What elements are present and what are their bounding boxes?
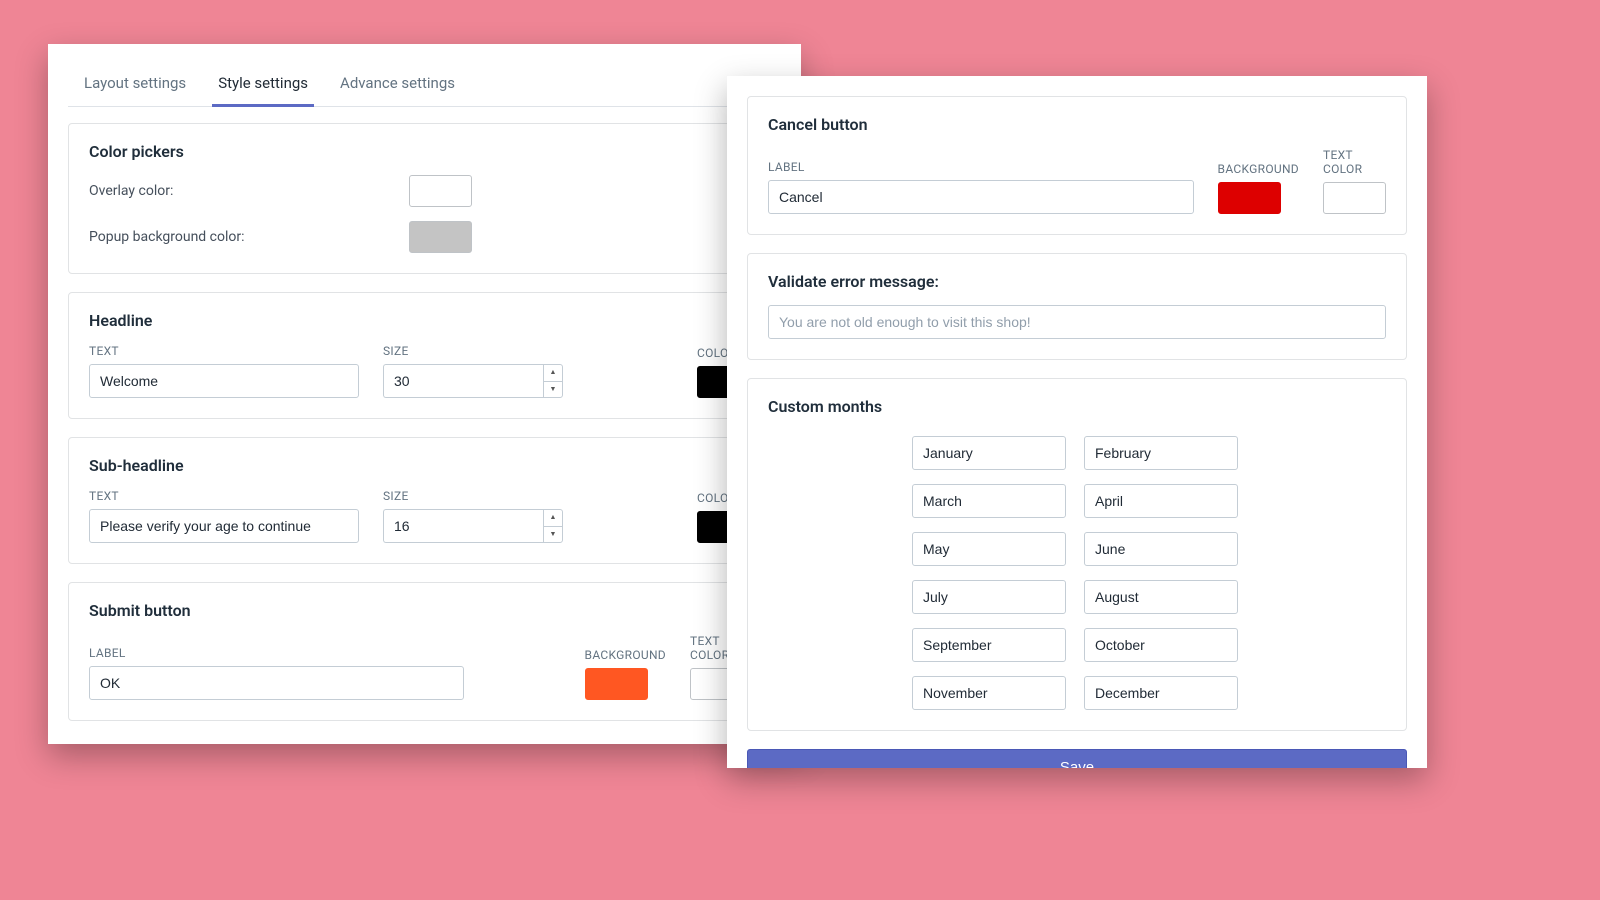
overlay-color-swatch[interactable] bbox=[409, 175, 472, 207]
month-input-may[interactable] bbox=[912, 532, 1066, 566]
month-input-march[interactable] bbox=[912, 484, 1066, 518]
subheadline-size-up[interactable]: ▲ bbox=[544, 510, 562, 527]
tab-layout-settings[interactable]: Layout settings bbox=[68, 64, 202, 106]
tab-style-settings[interactable]: Style settings bbox=[202, 64, 324, 106]
tab-advance-settings[interactable]: Advance settings bbox=[324, 64, 471, 106]
subheadline-size-label: SIZE bbox=[383, 489, 563, 503]
submit-bg-swatch[interactable] bbox=[585, 668, 648, 700]
headline-text-input[interactable] bbox=[89, 364, 359, 398]
headline-size-down[interactable]: ▼ bbox=[544, 382, 562, 398]
cancel-bg-label: BACKGROUND bbox=[1218, 162, 1299, 176]
month-input-november[interactable] bbox=[912, 676, 1066, 710]
month-input-september[interactable] bbox=[912, 628, 1066, 662]
submit-label-input[interactable] bbox=[89, 666, 464, 700]
headline-card: Headline TEXT SIZE ▲ ▼ COLOR bbox=[68, 292, 781, 419]
cancel-label-label: LABEL bbox=[768, 160, 1194, 174]
validate-error-title: Validate error message: bbox=[768, 272, 1386, 291]
month-input-july[interactable] bbox=[912, 580, 1066, 614]
cancel-textcolor-swatch[interactable] bbox=[1323, 182, 1386, 214]
cancel-title: Cancel button bbox=[768, 115, 1386, 134]
cancel-bg-swatch[interactable] bbox=[1218, 182, 1281, 214]
subheadline-size-down[interactable]: ▼ bbox=[544, 527, 562, 543]
month-input-june[interactable] bbox=[1084, 532, 1238, 566]
validate-error-input[interactable] bbox=[768, 305, 1386, 339]
save-button[interactable]: Save bbox=[747, 749, 1407, 768]
month-input-february[interactable] bbox=[1084, 436, 1238, 470]
custom-months-title: Custom months bbox=[768, 397, 1386, 416]
month-input-december[interactable] bbox=[1084, 676, 1238, 710]
right-panel: Cancel button LABEL BACKGROUND TEXT COLO… bbox=[727, 76, 1427, 768]
custom-months-card: Custom months bbox=[747, 378, 1407, 731]
month-input-october[interactable] bbox=[1084, 628, 1238, 662]
month-input-april[interactable] bbox=[1084, 484, 1238, 518]
cancel-textcolor-label: TEXT COLOR bbox=[1323, 148, 1386, 176]
subheadline-title: Sub-headline bbox=[89, 456, 760, 475]
popup-bg-label: Popup background color: bbox=[89, 229, 389, 245]
headline-title: Headline bbox=[89, 311, 760, 330]
settings-tabs: Layout settings Style settings Advance s… bbox=[68, 64, 781, 107]
subheadline-text-input[interactable] bbox=[89, 509, 359, 543]
submit-title: Submit button bbox=[89, 601, 760, 620]
subheadline-card: Sub-headline TEXT SIZE ▲ ▼ COLOR bbox=[68, 437, 781, 564]
cancel-button-card: Cancel button LABEL BACKGROUND TEXT COLO… bbox=[747, 96, 1407, 235]
headline-size-label: SIZE bbox=[383, 344, 563, 358]
validate-error-card: Validate error message: bbox=[747, 253, 1407, 360]
left-panel: Layout settings Style settings Advance s… bbox=[48, 44, 801, 744]
headline-size-input[interactable] bbox=[383, 364, 543, 398]
color-pickers-card: Color pickers Overlay color: Popup backg… bbox=[68, 123, 781, 274]
subheadline-text-label: TEXT bbox=[89, 489, 359, 503]
headline-text-label: TEXT bbox=[89, 344, 359, 358]
headline-size-up[interactable]: ▲ bbox=[544, 365, 562, 382]
color-pickers-title: Color pickers bbox=[89, 142, 760, 161]
submit-label-label: LABEL bbox=[89, 646, 464, 660]
overlay-color-label: Overlay color: bbox=[89, 183, 389, 199]
cancel-label-input[interactable] bbox=[768, 180, 1194, 214]
submit-button-card: Submit button LABEL BACKGROUND TEXT COLO… bbox=[68, 582, 781, 721]
months-grid bbox=[912, 436, 1386, 710]
subheadline-size-input[interactable] bbox=[383, 509, 543, 543]
submit-bg-label: BACKGROUND bbox=[585, 648, 666, 662]
month-input-january[interactable] bbox=[912, 436, 1066, 470]
popup-bg-swatch[interactable] bbox=[409, 221, 472, 253]
month-input-august[interactable] bbox=[1084, 580, 1238, 614]
